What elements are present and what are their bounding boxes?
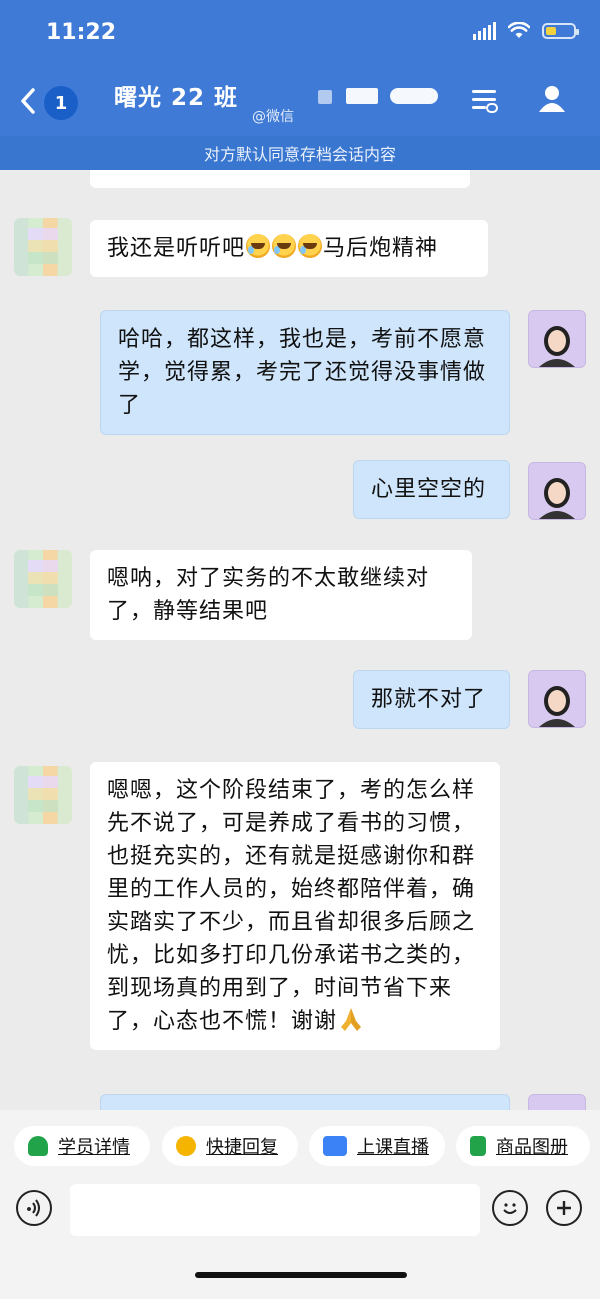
my-avatar[interactable] <box>528 462 586 520</box>
chip-label: 快捷回复 <box>206 1137 278 1158</box>
peer-avatar[interactable] <box>14 218 72 276</box>
peer-avatar[interactable] <box>14 550 72 608</box>
wifi-icon <box>508 22 530 38</box>
chip-label: 上课直播 <box>357 1137 429 1158</box>
archive-notice: 对方默认同意存档会话内容 <box>0 136 600 170</box>
quick-reply-button[interactable]: 快捷回复 <box>162 1126 298 1166</box>
laugh-cry-emoji-icon <box>272 234 297 258</box>
my-avatar[interactable] <box>528 670 586 728</box>
my-avatar[interactable] <box>528 1094 586 1110</box>
plus-icon[interactable] <box>546 1190 582 1226</box>
message-bubble-partial <box>90 170 470 188</box>
cartoon-portrait-icon <box>539 478 575 519</box>
message-bubble: 心里空空的 <box>353 460 510 519</box>
voice-icon[interactable] <box>16 1190 52 1226</box>
emoji-icon[interactable] <box>492 1190 528 1226</box>
message-text: 我还是听听吧 <box>107 236 246 261</box>
live-icon <box>323 1136 347 1156</box>
my-avatar[interactable] <box>528 310 586 368</box>
chat-subtitle: @微信 <box>252 109 294 125</box>
message-text: 嗯嗯，这个阶段结束了，考的怎么样先不说了，可是养成了看书的习惯，也挺充实的，还有… <box>107 778 476 1034</box>
product-catalog-button[interactable]: 商品图册 <box>456 1126 590 1166</box>
student-icon <box>28 1136 48 1156</box>
cartoon-portrait-icon <box>539 326 575 367</box>
message-bubble: 嗯嗯，这个阶段结束了，考的怎么样先不说了，可是养成了看书的习惯，也挺充实的，还有… <box>90 762 500 1050</box>
quick-reply-icon <box>176 1136 196 1156</box>
message-input[interactable] <box>70 1184 480 1236</box>
chip-label: 学员详情 <box>58 1137 130 1158</box>
message-list[interactable]: 我还是听听吧 马后炮精神 哈哈，都这样，我也是，考前不愿意学，觉得累，考完了还觉得… <box>0 170 600 1110</box>
redaction-mark <box>346 88 378 104</box>
message-bubble: 嗯呐，对了实务的不太敢继续对了，静等结果吧 <box>90 550 472 640</box>
cartoon-portrait-icon <box>539 686 575 727</box>
laugh-cry-emoji-icon <box>298 234 323 258</box>
signal-icon <box>473 22 496 40</box>
chip-label: 商品图册 <box>496 1137 568 1158</box>
student-details-button[interactable]: 学员详情 <box>14 1126 150 1166</box>
folded-hands-icon <box>341 1008 362 1031</box>
catalog-icon <box>470 1136 486 1156</box>
input-row <box>0 1182 600 1242</box>
message-bubble-partial <box>100 1094 510 1110</box>
laugh-cry-emoji-icon <box>246 234 271 258</box>
back-icon[interactable] <box>16 86 40 116</box>
settings-list-icon[interactable] <box>470 84 498 118</box>
live-class-button[interactable]: 上课直播 <box>309 1126 445 1166</box>
home-indicator <box>195 1272 407 1278</box>
chat-title: 曙光 22 班 <box>114 85 239 111</box>
status-icons <box>473 22 579 40</box>
profile-icon[interactable] <box>537 84 567 114</box>
message-bubble: 那就不对了 <box>353 670 510 729</box>
message-bubble: 哈哈，都这样，我也是，考前不愿意学，觉得累，考完了还觉得没事情做了 <box>100 310 510 435</box>
redaction-mark <box>390 88 438 104</box>
message-bubble: 我还是听听吧 马后炮精神 <box>90 220 488 277</box>
status-time: 11:22 <box>46 20 117 45</box>
peer-avatar[interactable] <box>14 766 72 824</box>
message-text-after: 马后炮精神 <box>323 236 439 261</box>
unread-badge[interactable]: 1 <box>44 86 78 120</box>
chat-header: 11:22 1 曙光 22 班 @微信 <box>0 0 600 136</box>
redaction-mark <box>318 90 332 104</box>
battery-icon <box>542 23 579 39</box>
bottom-panel: 学员详情 快捷回复 上课直播 商品图册 <box>0 1110 600 1299</box>
